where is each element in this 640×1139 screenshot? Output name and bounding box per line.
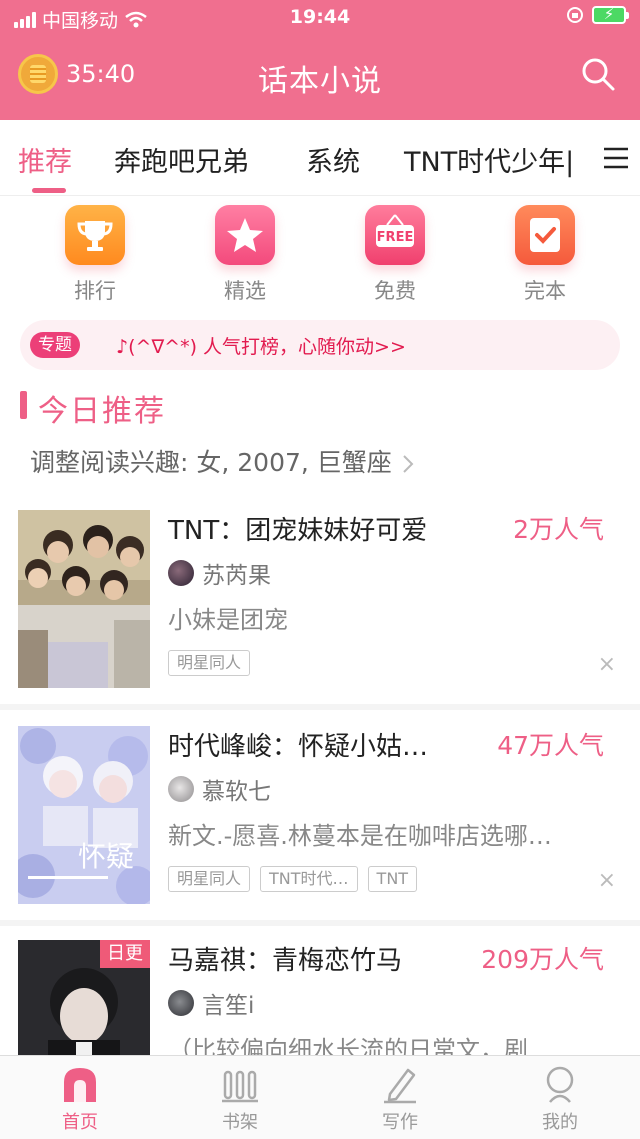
- quick-nav-featured[interactable]: 精选: [185, 205, 305, 305]
- nav-label: 我的: [542, 1112, 578, 1133]
- book-tag[interactable]: 明星同人: [168, 650, 251, 676]
- category-tabs: 推荐 奔跑吧兄弟 系统 TNT时代少年|: [0, 120, 640, 196]
- divider: [0, 920, 640, 926]
- bottom-nav: 首页 书架 写作 我的: [0, 1055, 640, 1139]
- app-screen: 中国移动 19:44 ⚡ 35:40 话本小说 推荐 奔跑吧兄弟 系统 TNT时…: [0, 0, 640, 1139]
- status-right: ⚡: [566, 5, 629, 24]
- nav-profile[interactable]: 我的: [510, 1064, 610, 1134]
- divider: [0, 704, 640, 710]
- book-tags: 明星同人 TNT时代… TNT: [168, 866, 418, 892]
- top-bar: 中国移动 19:44 ⚡ 35:40 话本小说: [0, 0, 640, 120]
- tab-system[interactable]: 系统: [306, 140, 360, 179]
- quick-nav-free[interactable]: FREE 免费: [335, 205, 455, 305]
- nav-label: 首页: [62, 1112, 98, 1133]
- section-marker: [20, 391, 27, 419]
- nav-home[interactable]: 首页: [30, 1064, 130, 1134]
- bookshelf-icon: [222, 1070, 258, 1103]
- tab-running-man[interactable]: 奔跑吧兄弟: [114, 140, 249, 179]
- author-name: 言笙i: [202, 993, 255, 1019]
- profile-icon: [546, 1066, 574, 1103]
- tab-tnt[interactable]: TNT时代少年|: [404, 140, 574, 179]
- book-item[interactable]: 怀疑 时代峰峻：怀疑小姑… 47万人气 慕软七 新文.-愿喜.林蔓本是在咖啡店选…: [0, 718, 640, 918]
- pen-icon: [384, 1068, 416, 1104]
- book-popularity: 47万人气: [497, 731, 604, 760]
- banner-text: ♪(^∇^*) 人气打榜，心随你动>>: [116, 336, 406, 358]
- nav-label: 写作: [382, 1112, 418, 1133]
- book-title: 时代峰峻：怀疑小姑…: [168, 732, 429, 762]
- book-title: TNT：团宠妹妹好可爱: [168, 516, 428, 546]
- book-popularity: 2万人气: [513, 515, 604, 544]
- book-cover[interactable]: [18, 510, 150, 688]
- section-title: 今日推荐: [38, 394, 166, 429]
- charging-bolt-icon: ⚡: [603, 5, 615, 23]
- quick-nav-ranking[interactable]: 排行: [35, 205, 155, 305]
- active-tab-indicator: [32, 188, 66, 193]
- avatar: [168, 560, 194, 586]
- book-tag[interactable]: TNT: [367, 866, 418, 892]
- free-icon: FREE: [365, 205, 425, 265]
- book-author: 言笙i: [168, 986, 254, 1020]
- home-icon: [64, 1068, 96, 1102]
- book-tags: 明星同人: [168, 650, 251, 676]
- status-bar: 中国移动 19:44 ⚡: [0, 0, 640, 34]
- status-time: 19:44: [289, 6, 351, 28]
- menu-icon[interactable]: [602, 144, 630, 172]
- book-tag[interactable]: TNT时代…: [260, 866, 358, 892]
- close-icon[interactable]: ×: [598, 652, 616, 677]
- quick-nav-label: 完本: [524, 279, 566, 303]
- nav-bookshelf[interactable]: 书架: [190, 1064, 290, 1134]
- quick-nav-completed[interactable]: 完本: [485, 205, 605, 305]
- topic-tag: 专题: [30, 332, 80, 358]
- daily-update-badge: 日更: [100, 940, 150, 968]
- adjust-interest-link[interactable]: 调整阅读兴趣: 女, 2007, 巨蟹座: [30, 443, 416, 479]
- avatar: [168, 990, 194, 1016]
- app-header: 35:40 话本小说: [0, 34, 640, 120]
- nav-write[interactable]: 写作: [350, 1064, 450, 1134]
- author-name: 慕软七: [202, 779, 271, 805]
- search-icon[interactable]: [580, 56, 616, 92]
- book-cover[interactable]: 怀疑: [18, 726, 150, 904]
- author-name: 苏芮果: [202, 563, 271, 589]
- book-item[interactable]: 日更 马嘉祺：青梅恋竹马 209万人气 言笙i （比较偏向细水长流的日常文，剧: [0, 932, 640, 1118]
- star-icon: [215, 205, 275, 265]
- free-badge-text: FREE: [377, 230, 414, 245]
- book-author: 苏芮果: [168, 556, 271, 590]
- interest-text: 调整阅读兴趣: 女, 2007, 巨蟹座: [30, 448, 392, 477]
- chevron-right-icon: [403, 455, 414, 473]
- book-author: 慕软七: [168, 772, 271, 806]
- book-popularity: 209万人气: [481, 945, 604, 974]
- close-icon[interactable]: ×: [598, 868, 616, 893]
- book-tag[interactable]: 明星同人: [168, 866, 251, 892]
- battery-icon: ⚡: [592, 5, 629, 24]
- trophy-icon: [65, 205, 125, 265]
- quick-nav-label: 排行: [74, 279, 116, 303]
- book-item[interactable]: TNT：团宠妹妹好可爱 2万人气 苏芮果 小妹是团宠 明星同人 ×: [0, 502, 640, 702]
- book-description: 小妹是团宠: [168, 606, 288, 634]
- rotation-lock-icon: [567, 7, 583, 23]
- check-icon: [515, 205, 575, 265]
- promo-banner[interactable]: 专题 ♪(^∇^*) 人气打榜，心随你动>>: [20, 320, 620, 370]
- svg-text:怀疑: 怀疑: [78, 840, 134, 873]
- quick-nav: 排行 精选 FREE 免费 完本: [0, 205, 640, 310]
- nav-label: 书架: [222, 1112, 258, 1133]
- tab-recommend[interactable]: 推荐: [18, 140, 72, 179]
- quick-nav-label: 精选: [224, 279, 266, 303]
- quick-nav-label: 免费: [374, 279, 416, 303]
- book-description: 新文.-愿喜.林蔓本是在咖啡店选哪…: [168, 822, 552, 850]
- avatar: [168, 776, 194, 802]
- app-title: 话本小说: [258, 64, 382, 99]
- book-title: 马嘉祺：青梅恋竹马: [168, 946, 403, 976]
